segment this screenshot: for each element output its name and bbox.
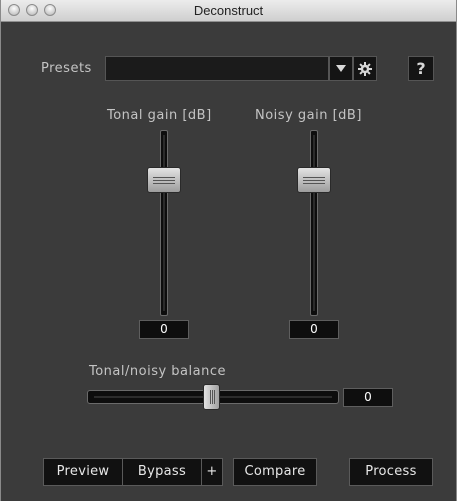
noisy-gain-slider-thumb[interactable] [297,167,331,193]
window-title: Deconstruct [193,3,264,18]
noisy-gain-label: Noisy gain [dB] [255,108,362,123]
presets-dropdown-arrow[interactable] [329,56,353,81]
bypass-button[interactable]: Bypass [122,458,202,486]
preview-button[interactable]: Preview [43,458,123,486]
noisy-gain-value[interactable]: 0 [289,320,339,339]
tonal-gain-value[interactable]: 0 [139,320,189,339]
tonal-gain-slider-track[interactable] [160,130,168,316]
presets-label: Presets [41,61,92,76]
tonal-gain-slider-thumb[interactable] [147,167,181,193]
plugin-window: Deconstruct Presets ? Tonal gain [dB] 0 … [0,0,457,501]
presets-settings-button[interactable] [353,56,377,81]
noisy-gain-slider-track[interactable] [310,130,318,316]
title-bar: Deconstruct [1,0,456,22]
compare-button[interactable]: Compare [233,458,317,486]
process-button[interactable]: Process [349,458,433,486]
triangle-down-icon [336,64,346,72]
presets-dropdown[interactable] [105,56,329,81]
balance-value[interactable]: 0 [343,388,393,407]
gear-icon [358,61,372,76]
help-button[interactable]: ? [408,56,434,81]
plus-button[interactable]: + [201,458,223,486]
balance-label: Tonal/noisy balance [89,364,226,379]
tonal-gain-label: Tonal gain [dB] [107,108,212,123]
balance-slider-thumb[interactable] [203,384,220,410]
